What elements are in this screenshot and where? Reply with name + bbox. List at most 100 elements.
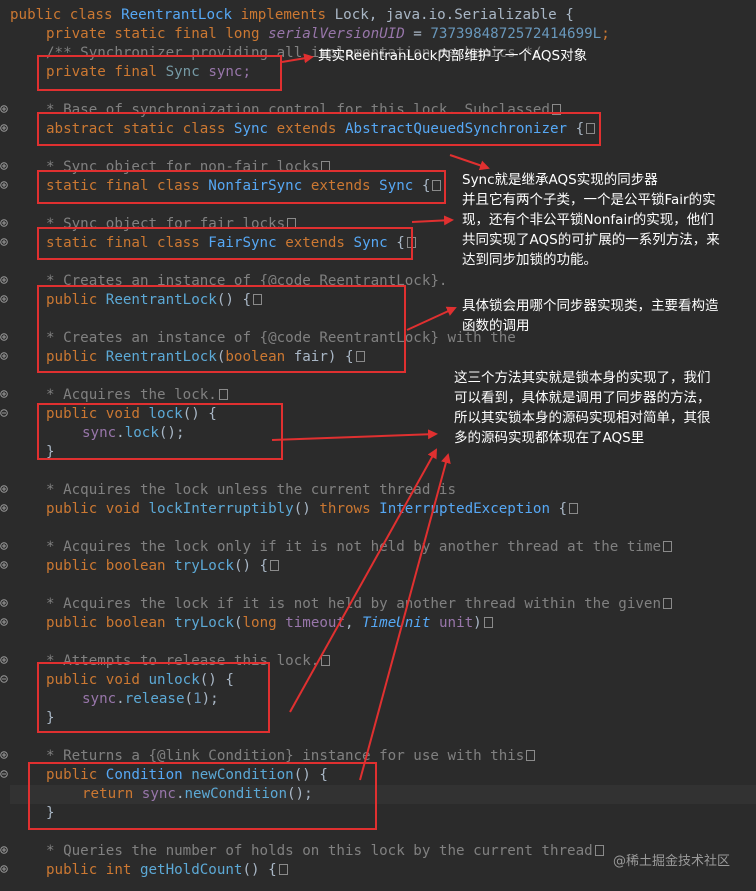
newcond-tail: () { bbox=[293, 767, 328, 783]
gutter-collapse-icon[interactable] bbox=[0, 675, 8, 683]
abstract-name: Sync bbox=[233, 121, 269, 137]
dot: . bbox=[116, 425, 125, 441]
code-line-fair-decl: static final class FairSync extends Sync… bbox=[46, 234, 416, 253]
fold-marker-icon[interactable] bbox=[526, 750, 536, 761]
gutter-expand-icon[interactable] bbox=[0, 865, 8, 873]
paren: ) { bbox=[327, 349, 354, 365]
number: 1 bbox=[193, 691, 202, 707]
brace: { bbox=[550, 501, 568, 517]
gutter-expand-icon[interactable] bbox=[0, 618, 8, 626]
watermark: @稀土掘金技术社区 bbox=[612, 854, 730, 869]
newcond-mods: public bbox=[46, 767, 98, 783]
code-line-trylock1: public boolean tryLock() { bbox=[46, 557, 280, 576]
gutter-expand-icon[interactable] bbox=[0, 504, 8, 512]
fair-name: FairSync bbox=[208, 235, 277, 251]
fold-marker-icon[interactable] bbox=[355, 351, 365, 362]
sync-field-mods: private final bbox=[46, 64, 158, 80]
gutter-expand-icon[interactable] bbox=[0, 561, 8, 569]
gutter-expand-icon[interactable] bbox=[0, 846, 8, 854]
gutter-expand-icon[interactable] bbox=[0, 656, 8, 664]
abstract-mods: abstract static class bbox=[46, 121, 226, 137]
code-line-unlock-body: sync.release(1); bbox=[82, 690, 219, 709]
code-line-comment-fair: * Sync object for fair locks bbox=[46, 215, 297, 234]
code-line-nonfair-decl: static final class NonfairSync extends S… bbox=[46, 177, 442, 196]
brace: { bbox=[567, 121, 585, 137]
interfaces: Lock, java.io.Serializable { bbox=[334, 7, 574, 23]
gutter-expand-icon[interactable] bbox=[0, 333, 8, 341]
call-tail: ); bbox=[201, 691, 219, 707]
gutter-expand-icon[interactable] bbox=[0, 542, 8, 550]
gutter-expand-icon[interactable] bbox=[0, 295, 8, 303]
fold-marker-icon[interactable] bbox=[278, 864, 288, 875]
trylock2-mods: public boolean bbox=[46, 615, 166, 631]
code-line-ctor1: public ReentrantLock() { bbox=[46, 291, 263, 310]
call-tail: (); bbox=[287, 786, 313, 802]
code-line-lock-interruptibly: public void lockInterruptibly() throws I… bbox=[46, 500, 579, 519]
sync-ref: sync bbox=[141, 786, 176, 802]
fold-marker-icon[interactable] bbox=[483, 617, 493, 628]
brace: { bbox=[413, 178, 431, 194]
gutter-expand-icon[interactable] bbox=[0, 276, 8, 284]
comment-text: * Base of synchronization control for th… bbox=[46, 102, 550, 118]
fold-marker-icon[interactable] bbox=[287, 218, 297, 229]
trylock1-name: tryLock bbox=[174, 558, 234, 574]
fold-marker-icon[interactable] bbox=[321, 655, 331, 666]
gutter-expand-icon[interactable] bbox=[0, 390, 8, 398]
fold-marker-icon[interactable] bbox=[586, 123, 596, 134]
gutter-expand-icon[interactable] bbox=[0, 219, 8, 227]
return-type: Condition bbox=[105, 767, 183, 783]
gutter-expand-icon[interactable] bbox=[0, 162, 8, 170]
fair-mods: static final class bbox=[46, 235, 200, 251]
call-tail: (); bbox=[158, 425, 185, 441]
code-line-comment-trylock2: * Acquires the lock if it is not held by… bbox=[46, 595, 672, 614]
ctor2-mods: public bbox=[46, 349, 98, 365]
fold-marker-icon[interactable] bbox=[569, 503, 579, 514]
sync-ref: sync bbox=[82, 691, 117, 707]
gutter-expand-icon[interactable] bbox=[0, 238, 8, 246]
fold-marker-icon[interactable] bbox=[551, 104, 561, 115]
gutter-expand-icon[interactable] bbox=[0, 181, 8, 189]
code-line-close: } bbox=[46, 710, 55, 726]
code-line-abstract-sync: abstract static class Sync extends Abstr… bbox=[46, 120, 596, 139]
code-line-lock-body: sync.lock(); bbox=[82, 424, 185, 443]
code-line-getholdcount: public int getHoldCount() { bbox=[46, 861, 288, 880]
parent-class: AbstractQueuedSynchronizer bbox=[344, 121, 568, 137]
parent-class: Sync bbox=[379, 178, 414, 194]
fold-marker-icon[interactable] bbox=[594, 845, 604, 856]
fold-marker-icon[interactable] bbox=[406, 237, 416, 248]
code-line-serial: private static final long serialVersionU… bbox=[46, 25, 610, 44]
gutter-collapse-icon[interactable] bbox=[0, 770, 8, 778]
code-line-comment-base: * Base of synchronization control for th… bbox=[46, 101, 561, 120]
code-line-class-decl: public class ReentrantLock implements Lo… bbox=[10, 6, 574, 25]
serial-mods: private static final long bbox=[46, 26, 260, 42]
fold-marker-icon[interactable] bbox=[253, 294, 263, 305]
gutter-expand-icon[interactable] bbox=[0, 599, 8, 607]
gutter-collapse-icon[interactable] bbox=[0, 409, 8, 417]
gutter-expand-icon[interactable] bbox=[0, 105, 8, 113]
fold-marker-icon[interactable] bbox=[270, 560, 280, 571]
lock-tail: () { bbox=[182, 406, 217, 422]
trylock1-tail: () { bbox=[233, 558, 269, 574]
gutter-expand-icon[interactable] bbox=[0, 124, 8, 132]
gutter-expand-icon[interactable] bbox=[0, 485, 8, 493]
param-type-2: TimeUnit bbox=[362, 615, 431, 631]
gutter-expand-icon[interactable] bbox=[0, 751, 8, 759]
code-line-newcond-body: return sync.newCondition(); bbox=[82, 785, 313, 804]
comma: , bbox=[345, 615, 363, 631]
param-type: long bbox=[242, 615, 277, 631]
fold-marker-icon[interactable] bbox=[218, 389, 228, 400]
gutter-expand-icon[interactable] bbox=[0, 352, 8, 360]
param-name-2: unit bbox=[438, 615, 474, 631]
lockint-mods: public void bbox=[46, 501, 140, 517]
getholds-name: getHoldCount bbox=[139, 862, 243, 878]
fold-marker-icon[interactable] bbox=[663, 598, 672, 609]
serial-value: 7373984872572414699L bbox=[430, 26, 602, 42]
call-name: lock bbox=[124, 425, 159, 441]
fold-marker-icon[interactable] bbox=[321, 161, 331, 172]
nonfair-mods: static final class bbox=[46, 178, 200, 194]
note-lock-methods: 这三个方法其实就是锁本身的实现了，我们 可以看到，具体就是调用了同步器的方法， … bbox=[454, 370, 711, 446]
fold-marker-icon[interactable] bbox=[432, 180, 442, 191]
fold-marker-icon[interactable] bbox=[663, 541, 672, 552]
code-line-ctor2: public ReentrantLock(boolean fair) { bbox=[46, 348, 365, 367]
paren: ( bbox=[184, 691, 194, 707]
